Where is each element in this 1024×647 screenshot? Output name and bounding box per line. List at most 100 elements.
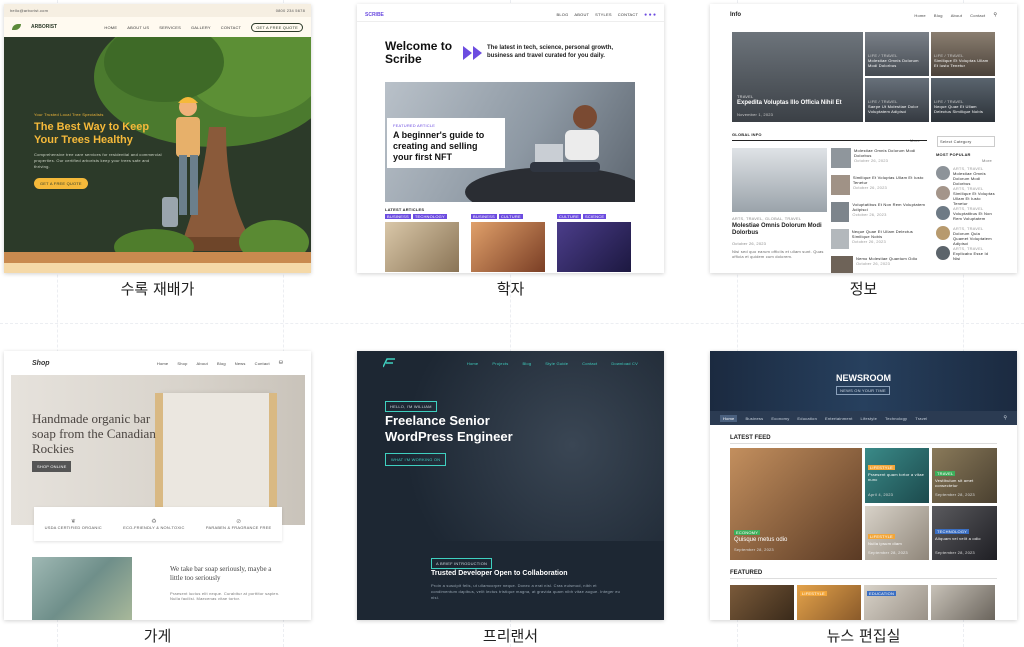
featured-thumbnail[interactable]: [931, 585, 995, 620]
list-item[interactable]: ARTS, TRAVEL Explicabo Esse Id Nisi: [936, 246, 996, 266]
newsroom-grid-story[interactable]: LIFESTYLE Praesent quam tortor a vitae n…: [865, 448, 929, 503]
section-divider: [732, 140, 927, 141]
theme-card-scribe[interactable]: SCRIBE BLOG ABOUT STYLES CONTACT ● ● ● W…: [357, 4, 664, 273]
info-nav-home[interactable]: Home: [914, 13, 925, 18]
theme-card-shop[interactable]: Shop Home Shop About Blog News Contact ⛁…: [4, 351, 311, 620]
arborist-nav-home[interactable]: HOME: [104, 25, 117, 30]
info-hero-side[interactable]: LIFE / TRAVEL Neque Quae Et Ullam Delect…: [931, 78, 995, 122]
shop-nav-contact[interactable]: Contact: [255, 361, 270, 366]
featured-thumbnail[interactable]: LIFESTYLE: [797, 585, 861, 620]
newsroom-grid-story[interactable]: TRAVEL Vestibulum sit amet consectetur S…: [932, 448, 997, 503]
newsroom-nav-business[interactable]: Business: [745, 416, 763, 421]
newsroom-nav-education[interactable]: Education: [797, 416, 817, 421]
list-item[interactable]: Neque Quae Et Ullam Delectus Similique N…: [831, 229, 927, 251]
info-hero-side[interactable]: LIFE / TRAVEL Saepe Ut Molestiae Dolor V…: [865, 78, 929, 122]
list-item[interactable]: Nemo Molestiae Quantum Odio October 26, 2…: [831, 256, 927, 273]
category-badge[interactable]: TRAVEL: [935, 471, 956, 476]
info-hero-side[interactable]: LIFE / TRAVEL Similique Et Voluptas Ulla…: [931, 32, 995, 76]
info-category-select[interactable]: Select Category: [937, 136, 995, 147]
shop-nav-news[interactable]: News: [235, 361, 246, 366]
shop-online-button[interactable]: SHOP ONLINE: [32, 461, 72, 472]
newsroom-logo[interactable]: NEWSROOM: [710, 373, 1017, 383]
freelancer-nav-projects[interactable]: Projects: [492, 361, 508, 366]
theme-card-arborist[interactable]: hello@arborist.com 0800 234 5678 ARBORIS…: [4, 4, 311, 273]
tag-badge[interactable]: CULTURE: [557, 214, 581, 219]
tag-badge[interactable]: TECHNOLOGY: [412, 214, 447, 219]
arborist-nav-cta[interactable]: GET A FREE QUOTE: [251, 22, 303, 32]
tag-badge[interactable]: BUSINESS: [385, 214, 411, 219]
scribe-article-card[interactable]: BUSINESS TECHNOLOGY: [385, 214, 459, 272]
info-nav-blog[interactable]: Blog: [934, 13, 943, 18]
category-badge[interactable]: ECONOMY: [734, 530, 761, 535]
info-feature-image[interactable]: [732, 148, 827, 212]
scribe-nav-about[interactable]: ABOUT: [574, 12, 589, 17]
freelancer-nav-home[interactable]: Home: [467, 361, 478, 366]
tag-badge[interactable]: CULTURE: [498, 214, 523, 219]
newsroom-nav-home[interactable]: Home: [720, 414, 738, 422]
theme-card-freelancer[interactable]: Home Projects Blog Style Guide Contact D…: [357, 351, 664, 620]
info-feature-title[interactable]: Molestiae Omnis Dolorum Modi Dolorbus: [732, 223, 827, 237]
shop-nav-about[interactable]: About: [197, 361, 208, 366]
scribe-article-card[interactable]: BUSINESS CULTURE: [471, 214, 545, 272]
newsroom-nav-lifestyle[interactable]: Lifestyle: [861, 416, 877, 421]
arborist-logo: ARBORIST: [31, 24, 58, 30]
scribe-nav-blog[interactable]: BLOG: [556, 12, 568, 17]
shop-nav-home[interactable]: Home: [157, 361, 168, 366]
list-item[interactable]: ARTS, TRAVEL Voluptatibus Et Non Rem Volu…: [936, 206, 996, 226]
scribe-article-card[interactable]: CULTURE SCIENCE: [557, 214, 631, 272]
newsroom-nav-entertainment[interactable]: Entertainment: [825, 416, 853, 421]
shop-promo-body: Praesent luctus elit neque. Curabitur at…: [170, 591, 280, 601]
category-badge[interactable]: TECHNOLOGY: [935, 529, 970, 534]
list-item[interactable]: ARTS, TRAVEL Dolorum Quia Quamet Voluptat…: [936, 226, 996, 246]
shop-hero-title: Handmade organic bar soap from the Canad…: [32, 411, 156, 456]
scribe-nav-styles[interactable]: STYLES: [595, 12, 612, 17]
theme-card-newsroom[interactable]: NEWSROOM NEWS ON YOUR TIME Home Business…: [710, 351, 1017, 620]
freelancer-nav-contact[interactable]: Contact: [582, 361, 597, 366]
arborist-nav-contact[interactable]: CONTACT: [221, 25, 241, 30]
featured-thumbnail[interactable]: EDUCATION: [864, 585, 928, 620]
freelancer-nav-style-guide[interactable]: Style Guide: [545, 361, 568, 366]
shop-nav-blog[interactable]: Blog: [217, 361, 226, 366]
newsroom-grid-story[interactable]: LIFESTYLE Nulla ipsum diam September 28,…: [865, 506, 929, 560]
newsroom-nav-travel[interactable]: Travel: [915, 416, 927, 421]
freelancer-nav-blog[interactable]: Blog: [522, 361, 531, 366]
newsroom-main-story[interactable]: ECONOMY Quisque metus odio September 28,…: [730, 448, 862, 560]
social-icons[interactable]: ● ● ●: [644, 12, 656, 18]
tag-badge[interactable]: BUSINESS: [471, 214, 497, 219]
info-nav-contact[interactable]: Contact: [970, 13, 985, 18]
freelancer-cta-button[interactable]: WHAT I'M WORKING ON: [385, 453, 447, 466]
theme-card-info[interactable]: Info Home Blog About Contact ⚲ TRAVEL Ex…: [710, 4, 1017, 273]
list-item[interactable]: Similique Et Voluptas Ullam Et Iusto Ten…: [831, 175, 927, 197]
scribe-featured-card[interactable]: FEATURED ARTICLE A beginner's guide to c…: [387, 118, 505, 168]
arborist-nav-gallery[interactable]: GALLERY: [191, 25, 211, 30]
newsroom-nav-economy[interactable]: Economy: [771, 416, 789, 421]
cart-icon[interactable]: ⛁: [279, 360, 283, 366]
arborist-nav-services[interactable]: SERVICES: [159, 25, 181, 30]
list-item[interactable]: Molestiae Omnis Dolorum Modi Dolorbus Oct…: [831, 148, 927, 170]
arborist-nav-about[interactable]: ABOUT US: [127, 25, 149, 30]
newsroom-grid-story[interactable]: TECHNOLOGY Aliquam vel velit a odio Sept…: [932, 506, 997, 560]
info-nav-about[interactable]: About: [951, 13, 962, 18]
tag-badge[interactable]: SCIENCE: [583, 214, 607, 219]
search-icon[interactable]: ⚲: [1003, 415, 1007, 421]
scribe-nav-contact[interactable]: CONTACT: [618, 12, 638, 17]
list-item[interactable]: Voluptatibus Et Non Rem Voluptatem Adipi…: [831, 202, 927, 224]
list-item[interactable]: ARTS, TRAVEL Molestiae Omnis Dolorum Modi…: [936, 166, 996, 186]
shop-nav-shop[interactable]: Shop: [177, 361, 187, 366]
category-badge[interactable]: LIFESTYLE: [868, 534, 895, 539]
category-badge[interactable]: LIFESTYLE: [868, 465, 895, 470]
category-badge[interactable]: LIFESTYLE: [800, 591, 827, 596]
featured-thumbnail[interactable]: [730, 585, 794, 620]
info-hero-main[interactable]: TRAVEL Expedita Voluptas Illo Officia Ni…: [732, 32, 863, 122]
info-hero-side[interactable]: LIFE / TRAVEL Molestiae Omnis Dolorum Mo…: [865, 32, 929, 76]
category-badge[interactable]: EDUCATION: [867, 591, 897, 596]
newsroom-nav-technology[interactable]: Technology: [885, 416, 907, 421]
info-popular-more[interactable]: More: [982, 158, 992, 163]
info-side-title: Molestiae Omnis Dolorum Modi Dolorbus: [868, 58, 919, 68]
freelancer-nav-cv[interactable]: Download CV: [611, 361, 638, 366]
arborist-quote-button[interactable]: GET A FREE QUOTE: [34, 178, 88, 189]
logo-mark-icon[interactable]: [383, 358, 395, 368]
list-item[interactable]: ARTS, TRAVEL Similique Et Voluptas Ullam …: [936, 186, 996, 206]
shop-feature-label: USDA CERTIFIED ORGANIC: [44, 525, 102, 530]
search-icon[interactable]: ⚲: [993, 12, 997, 18]
